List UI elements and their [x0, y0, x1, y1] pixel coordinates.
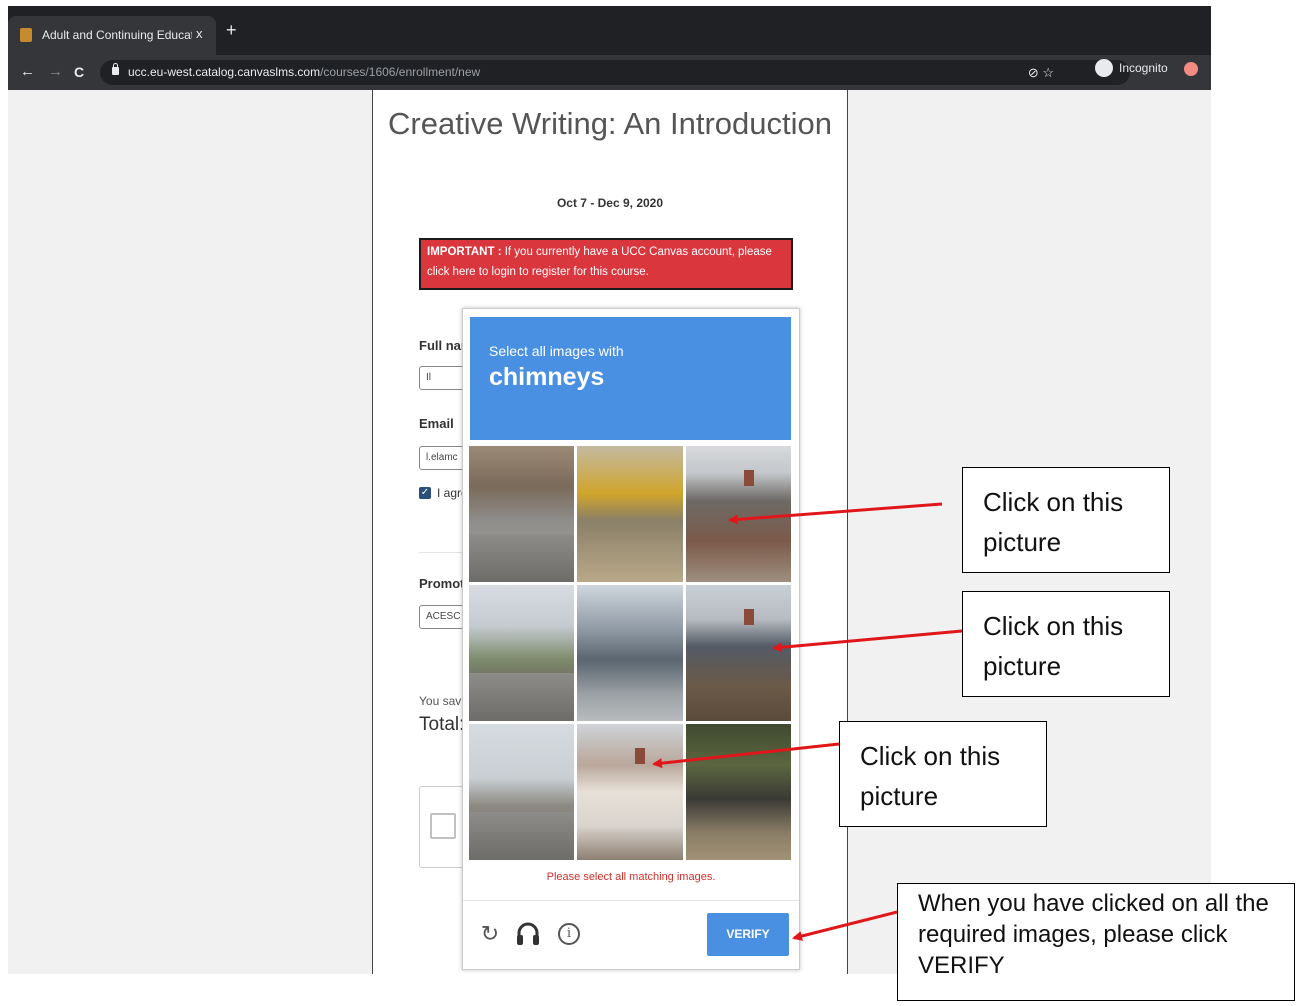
arrow-to-tile-8 — [652, 742, 840, 769]
annotation-arrows — [652, 502, 963, 941]
arrow-to-tile-6 — [772, 629, 963, 653]
arrow-to-verify — [792, 910, 898, 941]
arrow-to-tile-3 — [728, 502, 943, 525]
